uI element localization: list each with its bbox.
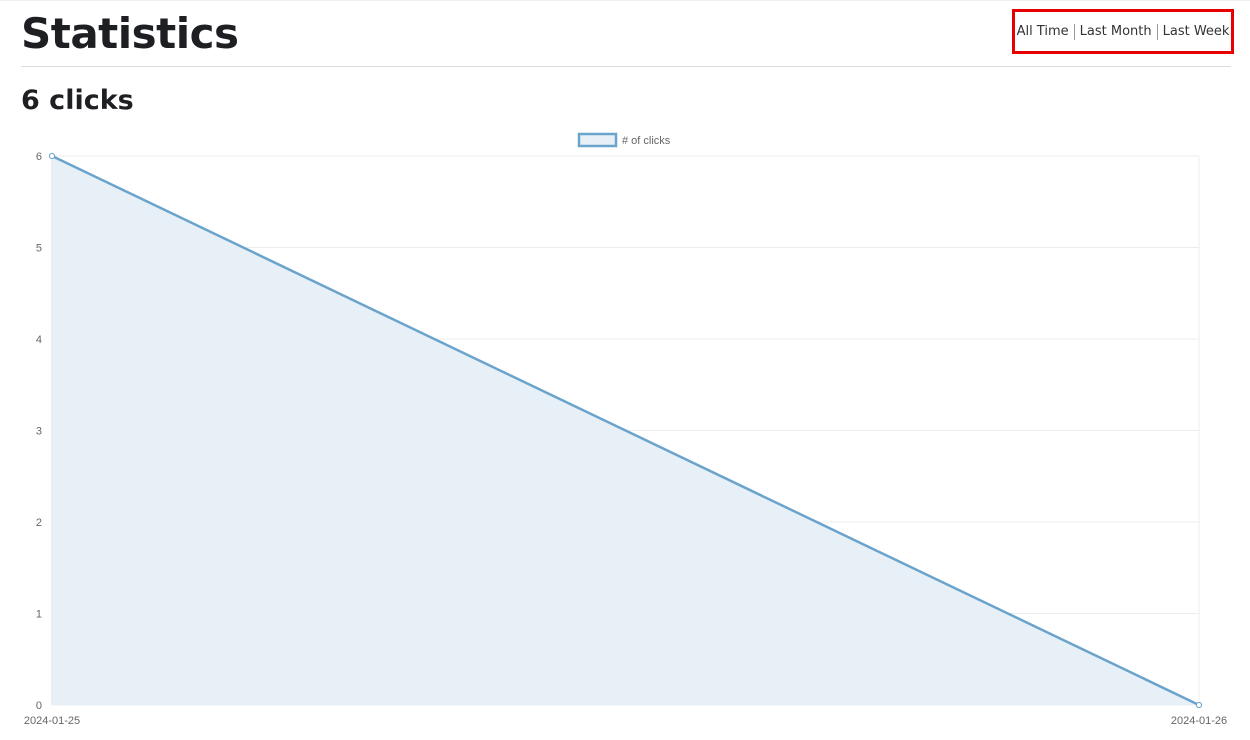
- all-time-link[interactable]: All Time: [1012, 24, 1074, 39]
- y-tick-label: 6: [36, 151, 42, 163]
- data-point: [48, 152, 56, 160]
- y-tick-label: 3: [36, 426, 42, 438]
- y-tick-label: 4: [36, 334, 42, 346]
- data-point: [1195, 701, 1203, 709]
- y-tick-label: 2: [36, 517, 42, 529]
- legend-swatch: [577, 132, 618, 148]
- x-tick-label: 2024-01-26: [1171, 715, 1227, 727]
- y-tick-label: 0: [36, 700, 42, 712]
- last-month-link[interactable]: Last Month: [1075, 24, 1157, 39]
- time-range-links: All Time Last Month Last Week: [1012, 23, 1235, 40]
- x-tick-label: 2024-01-25: [24, 715, 80, 727]
- series-line: [51, 154, 1200, 707]
- clicks-count-heading: 6 clicks: [21, 85, 134, 116]
- last-week-link[interactable]: Last Week: [1158, 24, 1235, 39]
- series-area-fill: [52, 156, 1199, 705]
- y-tick-label: 1: [36, 609, 42, 621]
- time-range-selector: All Time Last Month Last Week: [1012, 9, 1234, 54]
- page-title: Statistics: [21, 9, 239, 58]
- statistics-page: Statistics All Time Last Month Last Week…: [0, 0, 1250, 740]
- y-tick-label: 5: [36, 243, 42, 255]
- legend-label: # of clicks: [622, 135, 671, 147]
- clicks-line-chart: 0 1 2 3 4 5 6 2024-01-25 2024-01-26 # of clicks: [24, 132, 1227, 727]
- top-border: [0, 0, 1250, 1]
- header-divider: [21, 66, 1231, 67]
